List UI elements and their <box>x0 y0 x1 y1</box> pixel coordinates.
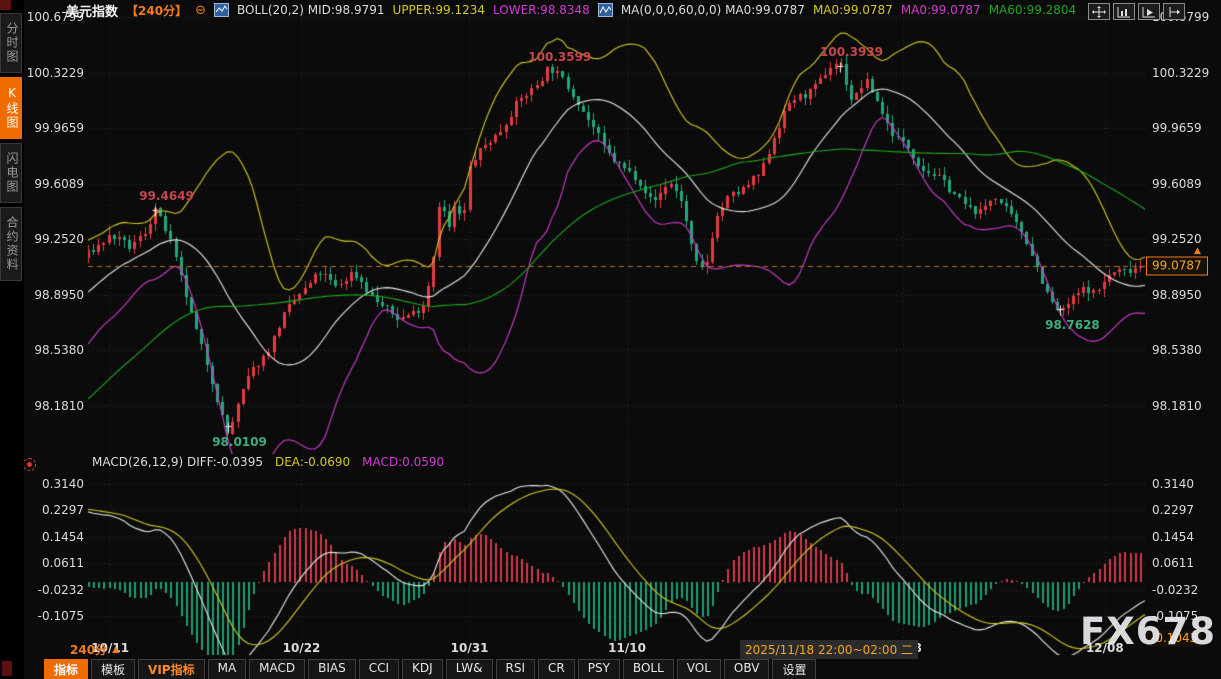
chart-tools <box>1088 3 1185 20</box>
macd-diff-value: MACD(26,12,9) DIFF:-0.0395 <box>92 455 263 469</box>
indicator-header: 美元指数 【240分】 ⊖ BOLL(20,2) MID:98.9791 UPP… <box>66 2 1076 18</box>
pan-crosshair-icon[interactable] <box>1088 3 1110 20</box>
toolbar-item[interactable]: BOLL <box>623 659 674 679</box>
dropup-arrow-icon: ▲ <box>112 645 119 655</box>
toolbar-item[interactable]: RSI <box>496 659 536 679</box>
last-price-arrow-icon: ▲ <box>1194 246 1201 256</box>
macd-dea-value: DEA:-0.0690 <box>275 455 350 469</box>
indicator-toolbar: 指标模板VIP指标MAMACDBIASCCIKDJLW&RSICRPSYBOLL… <box>44 659 816 679</box>
sidebar-tab[interactable]: K线图 <box>0 77 22 139</box>
ma60-value: MA60:99.2804 <box>989 3 1077 17</box>
price-chart-canvas[interactable] <box>0 0 1221 679</box>
toolbar-item[interactable]: BIAS <box>308 659 356 679</box>
boll-lower-value: LOWER:98.8348 <box>493 3 590 17</box>
boll-values: BOLL(20,2) MID:98.9791 <box>237 3 385 17</box>
ma-indicator-icon[interactable] <box>598 3 613 17</box>
sidebar-tab[interactable]: 分时图 <box>0 13 22 73</box>
auto-scroll-icon[interactable] <box>1138 3 1160 20</box>
symbol-name: 美元指数 <box>66 1 118 20</box>
shift-right-icon[interactable] <box>1163 3 1185 20</box>
macd-header: MACD(26,12,9) DIFF:-0.0395 DEA:-0.0690 M… <box>92 455 444 469</box>
collapse-icon[interactable]: ⊖ <box>195 3 206 18</box>
period-selector[interactable]: 240分 ▲ <box>70 641 119 658</box>
toolbar-item[interactable]: 模板 <box>91 659 135 679</box>
ma0-yellow-value: MA0:99.0787 <box>813 3 893 17</box>
toolbar-item[interactable]: LW& <box>446 659 493 679</box>
sidebar-corner-block <box>0 0 11 10</box>
toolbar-item[interactable]: MA <box>208 659 247 679</box>
macd-last-value-label: -0.1043 <box>1146 630 1202 647</box>
toolbar-item[interactable]: CR <box>538 659 575 679</box>
toolbar-item[interactable]: KDJ <box>402 659 443 679</box>
boll-indicator-icon[interactable] <box>214 3 229 17</box>
trading-app: 分时图 K线图闪电图合约资料 美元指数 【240分】 ⊖ BOLL(20,2) M… <box>0 0 1221 679</box>
macd-value: MACD:0.0590 <box>362 455 444 469</box>
last-price-label: 99.0787 <box>1146 257 1208 276</box>
toolbar-item[interactable]: CCI <box>359 659 399 679</box>
toolbar-item[interactable]: PSY <box>578 659 620 679</box>
toolbar-item[interactable]: MACD <box>249 659 305 679</box>
indicator-settings-icon[interactable] <box>23 458 36 471</box>
toolbar-item[interactable]: 指标 <box>44 659 88 679</box>
ma0-magenta-value: MA0:99.0787 <box>901 3 981 17</box>
period-badge: 【240分】 <box>126 2 187 19</box>
zoom-fit-icon[interactable] <box>1113 3 1135 20</box>
toolbar-item[interactable]: VIP指标 <box>138 659 205 679</box>
toolbar-corner-block <box>2 661 12 676</box>
toolbar-item[interactable]: 设置 <box>772 659 816 679</box>
boll-upper-value: UPPER:99.1234 <box>393 3 485 17</box>
ma-values: MA(0,0,0,60,0,0) MA0:99.0787 <box>621 3 805 17</box>
period-text: 240分 <box>70 641 107 658</box>
toolbar-item[interactable]: VOL <box>677 659 721 679</box>
left-sidebar: 分时图 K线图闪电图合约资料 <box>0 0 24 679</box>
toolbar-item[interactable]: OBV <box>724 659 770 679</box>
sidebar-tab[interactable]: 合约资料 <box>0 207 22 281</box>
sidebar-tab[interactable]: 闪电图 <box>0 143 22 203</box>
crosshair-date-label: 2025/11/18 22:00~02:00 二 <box>740 640 918 659</box>
